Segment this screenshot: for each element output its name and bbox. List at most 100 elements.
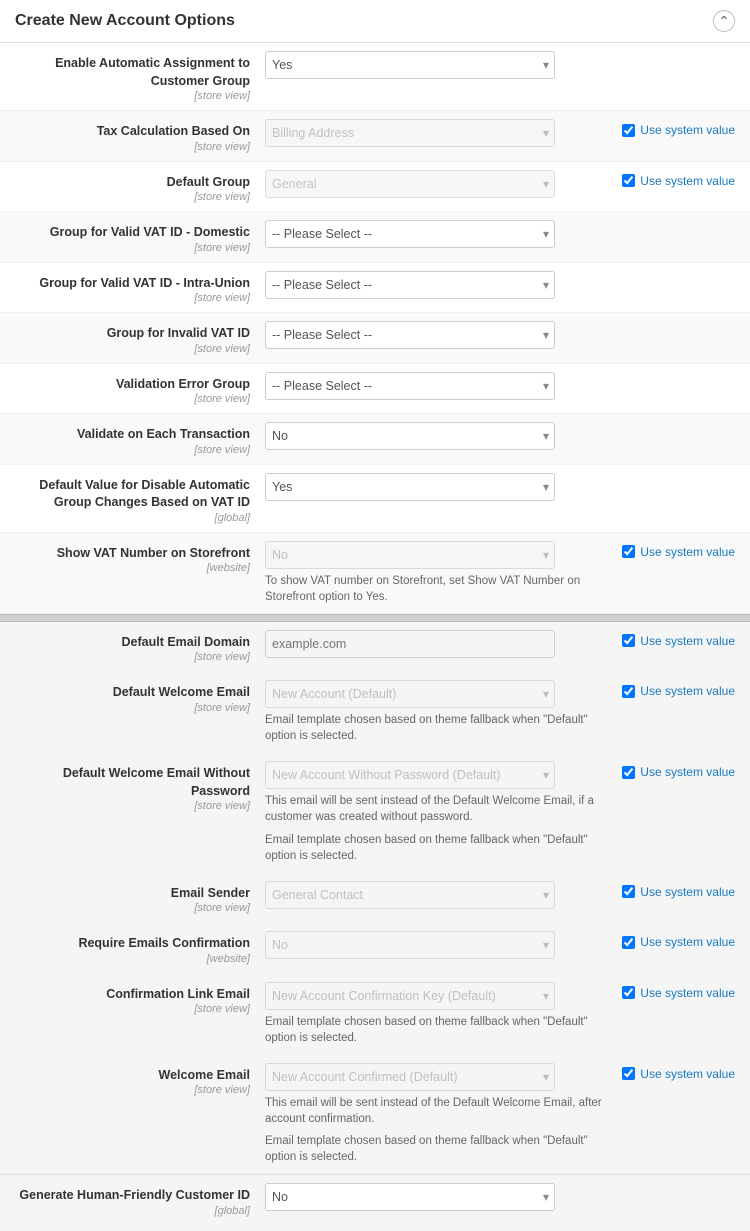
system-value-checkbox[interactable] — [622, 986, 635, 999]
scope-show-vat-storefront: [website] — [15, 562, 250, 574]
system-value-checkbox-wrapper: Use system value — [622, 982, 735, 1000]
system-value-label: Use system value — [640, 986, 735, 1000]
control-inner-group-valid-vat-intra: -- Please Select -- — [265, 271, 735, 299]
control-inner-default-welcome-email: New Account (Default)Email template chos… — [265, 680, 612, 744]
label-col-default-email-domain: Default Email Domain[store view] — [15, 630, 265, 664]
control-inner-group-valid-vat-domestic: -- Please Select -- — [265, 220, 735, 248]
form-row-group-valid-vat-domestic: Group for Valid VAT ID - Domestic[store … — [0, 212, 750, 263]
control-col-default-email-domain: Use system value — [265, 630, 735, 658]
scope-default-welcome-email-no-pwd: [store view] — [15, 800, 250, 812]
system-value-checkbox[interactable] — [622, 634, 635, 647]
control-col-enable-auto-assign: YesNo — [265, 51, 735, 79]
system-value-checkbox-wrapper: Use system value — [622, 881, 735, 899]
form-row-email-sender: Email Sender[store view]General ContactU… — [0, 873, 750, 924]
scope-welcome-email: [store view] — [15, 1084, 250, 1096]
form-row-default-welcome-email: Default Welcome Email[store view]New Acc… — [0, 672, 750, 753]
form-row-default-email-domain: Default Email Domain[store view] Use syst… — [0, 622, 750, 673]
system-value-checkbox[interactable] — [622, 685, 635, 698]
label-col-validation-error-group: Validation Error Group[store view] — [15, 372, 265, 406]
control-inner-default-email-domain — [265, 630, 612, 658]
confirmation-link-email-select: New Account Confirmation Key (Default) — [265, 982, 555, 1010]
form-section-2: Default Email Domain[store view]Use syst… — [0, 622, 750, 1175]
system-value-label: Use system value — [640, 123, 735, 137]
section-divider — [0, 614, 750, 622]
form-row-confirmation-link-email: Confirmation Link Email[store view]New A… — [0, 974, 750, 1055]
label-enable-auto-assign: Enable Automatic Assignment to Customer … — [55, 56, 250, 88]
label-validation-error-group: Validation Error Group — [116, 377, 250, 391]
scope-group-valid-vat-intra: [store view] — [15, 292, 250, 304]
label-col-group-invalid-vat: Group for Invalid VAT ID[store view] — [15, 321, 265, 355]
system-value-label: Use system value — [640, 545, 735, 559]
system-value-label: Use system value — [640, 684, 735, 698]
label-col-require-emails-confirmation: Require Emails Confirmation[website] — [15, 931, 265, 965]
label-default-email-domain: Default Email Domain — [122, 635, 251, 649]
control-inner-default-value-disable-auto: YesNo — [265, 473, 735, 501]
control-col-default-value-disable-auto: YesNo — [265, 473, 735, 501]
system-value-checkbox[interactable] — [622, 936, 635, 949]
form-row-validate-each-transaction: Validate on Each Transaction [store view]… — [0, 414, 750, 465]
scope-require-emails-confirmation: [website] — [15, 953, 250, 965]
label-col-email-sender: Email Sender[store view] — [15, 881, 265, 915]
label-group-invalid-vat: Group for Invalid VAT ID — [107, 326, 250, 340]
label-col-group-valid-vat-domestic: Group for Valid VAT ID - Domestic[store … — [15, 220, 265, 254]
control-inner-enable-auto-assign: YesNo — [265, 51, 735, 79]
enable-auto-assign-select[interactable]: YesNo — [265, 51, 555, 79]
system-value-checkbox[interactable] — [622, 124, 635, 137]
label-col-tax-calc: Tax Calculation Based On[store view] — [15, 119, 265, 153]
system-value-checkbox[interactable] — [622, 1067, 635, 1080]
group-invalid-vat-select[interactable]: -- Please Select -- — [265, 321, 555, 349]
system-value-label: Use system value — [640, 634, 735, 648]
label-confirmation-link-email: Confirmation Link Email — [106, 987, 250, 1001]
system-value-checkbox[interactable] — [622, 174, 635, 187]
group-valid-vat-domestic-select[interactable]: -- Please Select -- — [265, 220, 555, 248]
form-row-welcome-email: Welcome Email [store view] New Account Con… — [0, 1055, 750, 1174]
validation-error-group-select[interactable]: -- Please Select -- — [265, 372, 555, 400]
system-value-checkbox-wrapper: Use system value — [622, 761, 735, 779]
label-col-confirmation-link-email: Confirmation Link Email[store view] — [15, 982, 265, 1016]
bottom-select[interactable]: NoYes — [265, 1183, 555, 1211]
welcome-email-select: New Account Confirmed (Default) — [265, 1063, 555, 1091]
label-default-value-disable-auto: Default Value for Disable Automatic Grou… — [39, 478, 250, 510]
control-inner-tax-calc: Billing AddressShipping Address — [265, 119, 612, 147]
bottom-label: Generate Human-Friendly Customer ID — [19, 1188, 250, 1202]
label-welcome-email: Welcome Email — [159, 1068, 250, 1082]
note-default-welcome-email: Email template chosen based on theme fal… — [265, 712, 612, 744]
form-row-default-value-disable-auto: Default Value for Disable Automatic Grou… — [0, 465, 750, 533]
default-welcome-email-no-pwd-select: New Account Without Password (Default) — [265, 761, 555, 789]
note2-welcome-email: Email template chosen based on theme fal… — [265, 1133, 612, 1165]
default-value-disable-auto-select[interactable]: YesNo — [265, 473, 555, 501]
label-email-sender: Email Sender — [171, 886, 250, 900]
form-row-validation-error-group: Validation Error Group[store view]-- Ple… — [0, 364, 750, 415]
scope-default-group: [store view] — [15, 191, 250, 203]
label-validate-each-transaction: Validate on Each Transaction — [77, 427, 250, 441]
system-value-checkbox-wrapper: Use system value — [622, 931, 735, 949]
system-value-checkbox[interactable] — [622, 885, 635, 898]
bottom-label-col: Generate Human-Friendly Customer ID[glob… — [15, 1183, 265, 1217]
validate-each-transaction-select[interactable]: NoYes — [265, 422, 555, 450]
collapse-button[interactable]: ⌃ — [713, 10, 735, 32]
scope-validate-each-transaction: [store view] — [15, 444, 250, 456]
system-value-label: Use system value — [640, 1067, 735, 1081]
label-col-show-vat-storefront: Show VAT Number on Storefront[website] — [15, 541, 265, 575]
control-inner-default-group: General — [265, 170, 612, 198]
label-col-validate-each-transaction: Validate on Each Transaction [store view] — [15, 422, 265, 456]
label-col-default-group: Default Group[store view] — [15, 170, 265, 204]
system-value-checkbox-wrapper: Use system value — [622, 680, 735, 698]
note-show-vat-storefront: To show VAT number on Storefront, set Sh… — [265, 573, 612, 605]
control-inner-validate-each-transaction: NoYes — [265, 422, 735, 450]
system-value-checkbox-wrapper: Use system value — [622, 170, 735, 188]
label-default-welcome-email-no-pwd: Default Welcome Email Without Password — [63, 766, 250, 798]
system-value-checkbox[interactable] — [622, 766, 635, 779]
system-value-checkbox[interactable] — [622, 545, 635, 558]
note1-default-welcome-email-no-pwd: This email will be sent instead of the D… — [265, 793, 612, 825]
system-value-label: Use system value — [640, 765, 735, 779]
form-row-enable-auto-assign: Enable Automatic Assignment to Customer … — [0, 43, 750, 111]
label-col-default-welcome-email: Default Welcome Email[store view] — [15, 680, 265, 714]
form-row-group-valid-vat-intra: Group for Valid VAT ID - Intra-Union[sto… — [0, 263, 750, 314]
form-section-1: Enable Automatic Assignment to Customer … — [0, 43, 750, 614]
group-valid-vat-intra-select[interactable]: -- Please Select -- — [265, 271, 555, 299]
control-inner-confirmation-link-email: New Account Confirmation Key (Default)Em… — [265, 982, 612, 1046]
scope-group-valid-vat-domestic: [store view] — [15, 242, 250, 254]
control-inner-show-vat-storefront: NoYesTo show VAT number on Storefront, s… — [265, 541, 612, 605]
default-group-select: General — [265, 170, 555, 198]
